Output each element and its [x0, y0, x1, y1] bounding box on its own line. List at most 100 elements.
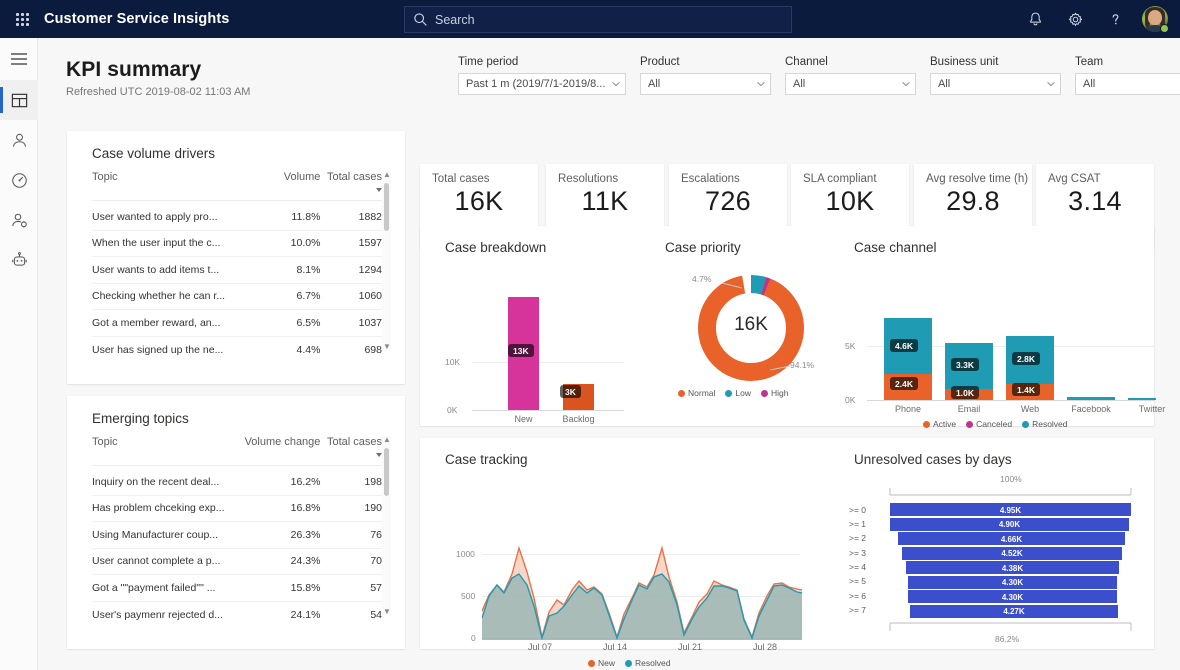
funnel-cat-3: >= 3: [849, 548, 867, 558]
cell-total: 54: [370, 608, 382, 621]
scroll-up-icon[interactable]: ▲: [383, 171, 391, 179]
funnel-value-6: 4.30K: [1001, 592, 1024, 602]
kpi-label: Avg resolve time (h): [926, 173, 1029, 185]
cell-change: 15.8%: [290, 581, 321, 594]
cell-topic: Got a member reward, an...: [92, 316, 221, 329]
waffle-icon: [15, 12, 29, 26]
legend-active[interactable]: Active: [923, 419, 956, 429]
funnel-top-annotation: 100%: [1000, 474, 1022, 484]
sidebar-item-bot[interactable]: [0, 240, 38, 280]
sidebar-item-agent[interactable]: [0, 120, 38, 160]
column-header-total-cases[interactable]: Total cases: [320, 436, 382, 460]
table-row[interactable]: Got a ""payment failed"" ... 15.8% 57: [92, 575, 382, 602]
person-icon: [12, 133, 26, 147]
table-row[interactable]: User's paymenr rejected d... 24.1% 54: [92, 602, 382, 629]
filter-time-period: Time period Past 1 m (2019/7/1-2019/8...: [458, 56, 626, 95]
column-header-total-cases[interactable]: Total cases: [320, 171, 382, 195]
filter-product-dropdown[interactable]: All: [640, 73, 771, 95]
case-breakdown-chart[interactable]: 10K 0K 13K 3K New Backlog: [440, 274, 630, 424]
table-row[interactable]: User has signed up the ne... 4.4% 698: [92, 337, 382, 364]
sidebar-item-people[interactable]: [0, 200, 38, 240]
filter-value: All: [938, 78, 951, 90]
emerging-topics-rows: Inquiry on the recent deal... 16.2% 198 …: [92, 469, 382, 628]
cell-topic: When the user input the c...: [92, 237, 221, 250]
scroll-thumb[interactable]: [384, 183, 389, 231]
funnel-value-4: 4.38K: [1001, 563, 1024, 573]
cell-topic: User has signed up the ne...: [92, 343, 224, 356]
x-tick-web: Web: [1020, 404, 1040, 414]
filter-label: Time period: [458, 56, 519, 68]
case-volume-drivers-scrollbar[interactable]: ▲ ▼: [382, 171, 391, 351]
cell-total: 698: [364, 343, 382, 356]
column-header-topic[interactable]: Topic: [92, 436, 243, 460]
legend-low[interactable]: Low: [725, 388, 751, 398]
scroll-down-icon[interactable]: ▼: [383, 343, 391, 351]
search-box[interactable]: [404, 6, 792, 33]
kpi-value: 29.8: [946, 186, 1000, 216]
table-row[interactable]: User wants to add items t... 8.1% 1294: [92, 257, 382, 284]
filter-time-period-dropdown[interactable]: Past 1 m (2019/7/1-2019/8...: [458, 73, 626, 95]
funnel-cat-2: >= 2: [849, 533, 867, 543]
cell-volume: 8.1%: [296, 263, 321, 276]
bar-facebook-resolved[interactable]: [1067, 397, 1115, 400]
case-tracking-chart[interactable]: 1000 500 0 Jul 07 Jul 14 Jul 21 Jul 28 N…: [440, 486, 810, 668]
filter-team-dropdown[interactable]: All: [1075, 73, 1180, 95]
page-title: KPI summary: [66, 58, 202, 81]
y-tick-0: 0: [471, 633, 476, 643]
app-launcher-button[interactable]: [0, 0, 44, 38]
notifications-button[interactable]: [1018, 2, 1052, 36]
table-row[interactable]: When the user input the c... 10.0% 1597: [92, 231, 382, 257]
settings-button[interactable]: [1058, 2, 1092, 36]
nav-menu-toggle[interactable]: [0, 38, 38, 80]
case-channel-chart[interactable]: 5K 0K 4.6K 2.4K 3.3K 1.0K 2.8K 1.4K Phon…: [845, 274, 1165, 429]
bar-label-backlog: 3K: [560, 385, 581, 398]
chevron-down-icon: [902, 82, 910, 87]
case-priority-chart[interactable]: 16K 4.7% 94.1% Normal Low High: [650, 266, 850, 416]
legend-resolved[interactable]: Resolved: [1022, 419, 1068, 429]
table-row[interactable]: Using Manufacturer coup... 26.3% 76: [92, 522, 382, 549]
scroll-down-icon[interactable]: ▼: [383, 608, 391, 616]
table-row[interactable]: User cannot complete a p... 24.3% 70: [92, 549, 382, 575]
kpi-value: 10K: [825, 186, 875, 216]
person-settings-icon: [11, 213, 27, 228]
user-avatar-button[interactable]: [1138, 2, 1172, 36]
table-row[interactable]: Inquiry on the recent deal... 16.2% 198: [92, 469, 382, 496]
case-breakdown-title: Case breakdown: [445, 240, 547, 255]
scroll-thumb[interactable]: [384, 448, 389, 496]
filter-value: All: [1083, 78, 1096, 90]
bottom-charts-card: Case tracking 1000 500 0 Jul 07 Jul 14 J…: [420, 438, 1154, 668]
kpi-value: 11K: [581, 186, 629, 216]
filter-business-unit-dropdown[interactable]: All: [930, 73, 1061, 95]
x-tick-jul-28: Jul 28: [752, 642, 778, 652]
legend-new[interactable]: New: [588, 658, 615, 668]
legend-normal[interactable]: Normal: [678, 388, 715, 398]
filter-channel-dropdown[interactable]: All: [785, 73, 916, 95]
help-button[interactable]: [1098, 2, 1132, 36]
emerging-topics-scrollbar[interactable]: ▲ ▼: [382, 436, 391, 616]
table-row[interactable]: Checking whether he can r... 6.7% 1060: [92, 284, 382, 310]
bar-twitter-resolved[interactable]: [1128, 398, 1156, 400]
donut-annotation-normal: 94.1%: [790, 360, 815, 370]
legend-high[interactable]: High: [761, 388, 788, 398]
case-volume-drivers-header: Topic Volume Total cases: [92, 171, 382, 201]
case-priority-legend: Normal Low High: [678, 388, 788, 398]
scroll-up-icon[interactable]: ▲: [383, 436, 391, 444]
column-header-topic[interactable]: Topic: [92, 171, 243, 195]
case-tracking-title: Case tracking: [445, 452, 528, 467]
table-row[interactable]: Got a member reward, an... 6.5% 1037: [92, 310, 382, 337]
sidebar-item-dashboard[interactable]: [0, 80, 38, 120]
column-header-volume-change[interactable]: Volume change: [243, 436, 321, 460]
unresolved-cases-chart[interactable]: 100% >= 0 >= 1 >= 2 >= 3 >= 4 >= 5 >= 6 …: [845, 474, 1150, 649]
filter-bar: Time period Past 1 m (2019/7/1-2019/8...…: [458, 56, 1180, 95]
funnel-value-7: 4.27K: [1003, 607, 1025, 616]
sidebar-item-performance[interactable]: [0, 160, 38, 200]
column-header-volume[interactable]: Volume: [243, 171, 321, 195]
table-row[interactable]: Has problem chceking exp... 16.8% 190: [92, 496, 382, 522]
cell-total: 57: [370, 581, 382, 594]
legend-resolved[interactable]: Resolved: [625, 658, 670, 668]
legend-canceled[interactable]: Canceled: [966, 419, 1012, 429]
cell-topic: Inquiry on the recent deal...: [92, 475, 220, 488]
case-priority-title: Case priority: [665, 240, 741, 255]
search-input[interactable]: [435, 12, 783, 27]
table-row[interactable]: User wanted to apply pro... 11.8% 1882: [92, 204, 382, 231]
